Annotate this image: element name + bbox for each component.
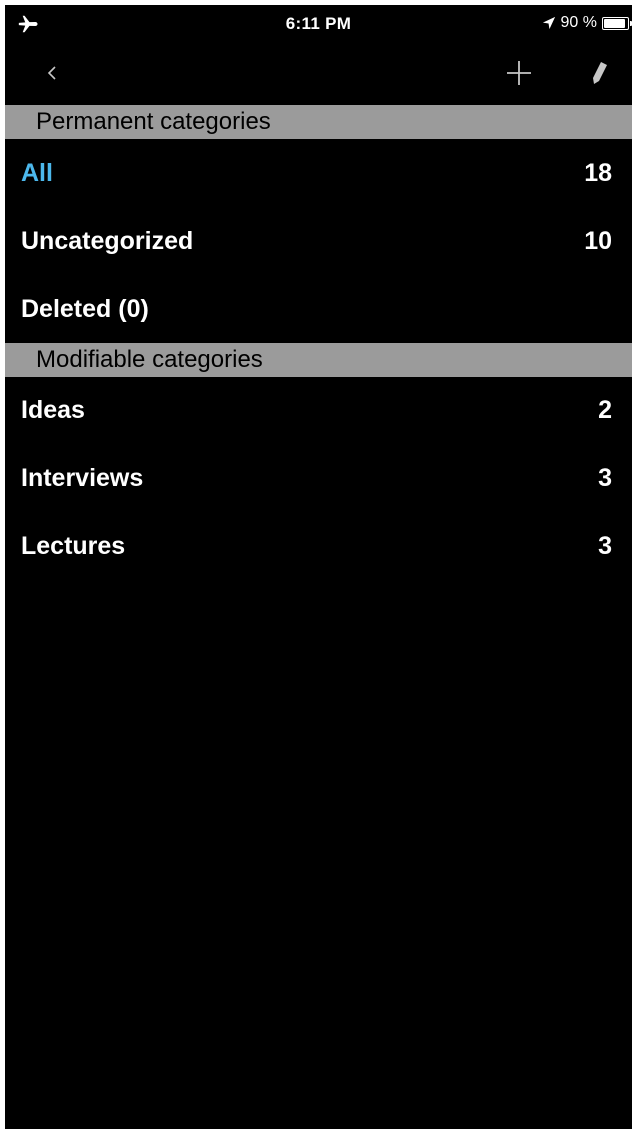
plus-icon — [507, 61, 531, 85]
section-header-modifiable: Modifiable categories — [5, 343, 632, 377]
battery-icon — [602, 16, 632, 30]
category-count: 18 — [584, 159, 612, 187]
status-right-group: 90 % — [542, 12, 632, 34]
battery-percent: 90 % — [560, 14, 597, 31]
category-label: Deleted (0) — [21, 295, 149, 323]
category-count: 10 — [584, 227, 612, 255]
category-row-deleted[interactable]: Deleted (0) — [5, 275, 632, 343]
battery-fill — [604, 18, 625, 28]
category-row-all[interactable]: All 18 — [5, 139, 632, 207]
status-time: 6:11 PM — [285, 14, 352, 33]
category-label: Uncategorized — [21, 227, 194, 255]
category-count: 3 — [598, 532, 612, 560]
category-row-lectures[interactable]: Lectures 3 — [5, 512, 632, 580]
category-label: Interviews — [21, 464, 144, 492]
category-label: Ideas — [21, 396, 85, 424]
category-label: Lectures — [21, 532, 126, 560]
location-arrow-icon — [542, 16, 555, 30]
navigation-bar — [5, 41, 632, 103]
back-button[interactable] — [35, 55, 71, 91]
category-count: 3 — [598, 464, 612, 492]
battery-tip — [630, 20, 632, 26]
status-bar: 6:11 PM 90 % — [5, 5, 632, 41]
category-count: 2 — [598, 396, 612, 424]
add-category-button[interactable] — [499, 53, 539, 93]
chevron-left-icon — [47, 66, 56, 80]
edit-button[interactable] — [579, 53, 619, 93]
app-screen: 6:11 PM 90 % Permanent categories All 18… — [5, 5, 632, 1129]
category-row-interviews[interactable]: Interviews 3 — [5, 444, 632, 512]
category-label: All — [21, 159, 53, 187]
pencil-icon — [593, 62, 607, 84]
category-row-uncategorized[interactable]: Uncategorized 10 — [5, 207, 632, 275]
section-header-permanent: Permanent categories — [5, 105, 632, 139]
category-row-ideas[interactable]: Ideas 2 — [5, 376, 632, 444]
